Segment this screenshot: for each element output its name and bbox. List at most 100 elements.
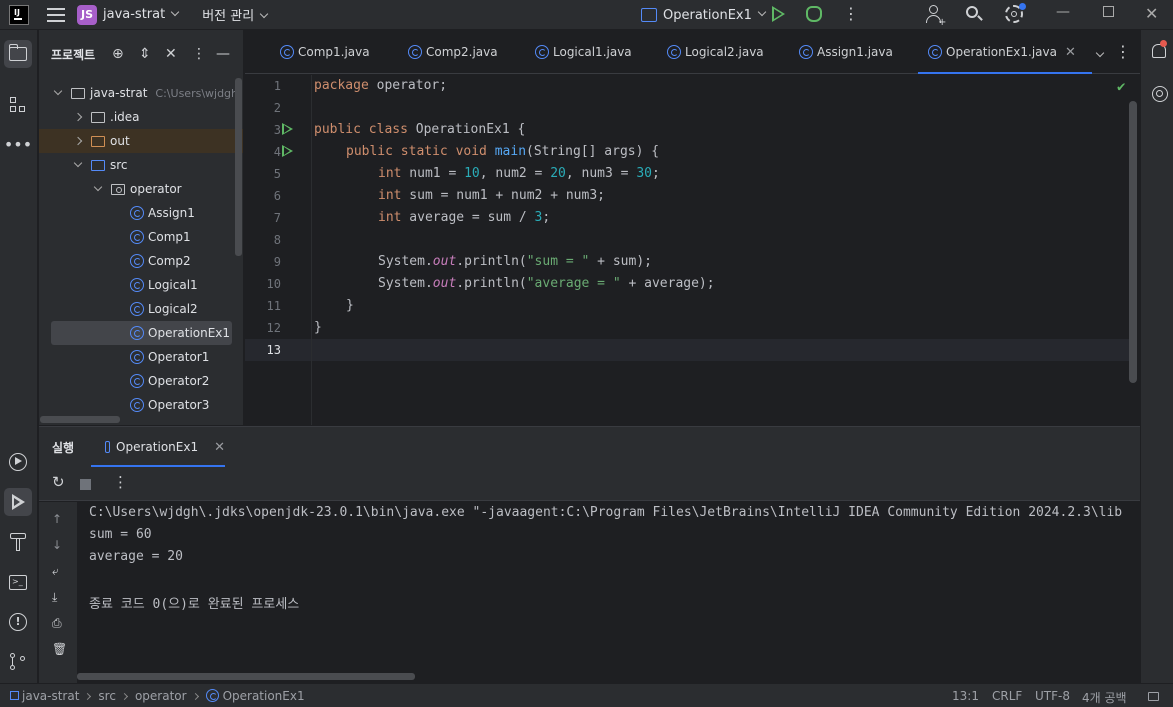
- tab-options-icon[interactable]: ⋮: [1115, 44, 1131, 60]
- tree-item-class[interactable]: Operator2: [39, 369, 243, 393]
- close-window-button[interactable]: ✕: [1145, 4, 1158, 23]
- scroll-up-icon[interactable]: ↑: [52, 512, 62, 526]
- tab-logical1[interactable]: Logical1.java: [535, 30, 632, 74]
- tab-comp1[interactable]: Comp1.java: [280, 30, 370, 74]
- project-tool-button[interactable]: [4, 40, 32, 68]
- line-number: 1: [273, 79, 281, 93]
- scroll-to-end-icon[interactable]: ⤓: [52, 590, 57, 605]
- ai-assistant-icon[interactable]: [1152, 86, 1168, 102]
- cursor-position[interactable]: 13:1: [952, 689, 979, 703]
- tab-logical2[interactable]: Logical2.java: [667, 30, 764, 74]
- run-options-icon[interactable]: ⋮: [113, 475, 128, 490]
- tree-item-class[interactable]: Comp2: [39, 249, 243, 273]
- no-problems-check-icon[interactable]: ✔: [1117, 79, 1125, 95]
- run-button[interactable]: [772, 6, 785, 22]
- java-class-icon: [205, 689, 219, 702]
- tab-operationex1[interactable]: OperationEx1.java ✕: [918, 30, 1092, 74]
- tree-item-module[interactable]: java-strat C:\Users\wjdgh: [39, 81, 243, 105]
- problems-tool-button[interactable]: !: [4, 608, 32, 636]
- notifications-bell-icon[interactable]: [1152, 40, 1167, 58]
- run-class-gutter-icon[interactable]: [282, 123, 293, 135]
- hide-panel-icon[interactable]: —: [216, 47, 230, 61]
- project-switcher[interactable]: java-strat: [103, 7, 180, 22]
- tab-label: Comp2.java: [426, 45, 498, 59]
- chevron-down-icon: [73, 158, 83, 168]
- add-user-icon[interactable]: +: [926, 5, 946, 28]
- run-panel-header: 실행 OperationEx1 ✕: [39, 427, 1140, 467]
- editor-scrollbar[interactable]: [1129, 101, 1137, 383]
- tree-item-operator[interactable]: operator: [39, 177, 243, 201]
- breadcrumb-item[interactable]: operator: [135, 689, 187, 703]
- tree-item-class-selected[interactable]: OperationEx1: [51, 321, 232, 345]
- settings-gear-icon[interactable]: [1005, 3, 1026, 23]
- vcs-menu[interactable]: 버전 관리: [202, 5, 269, 24]
- run-tool-button[interactable]: [4, 488, 32, 516]
- project-badge[interactable]: JS: [77, 4, 97, 25]
- options-icon[interactable]: ⋮: [192, 47, 206, 61]
- code-line-11: }: [346, 298, 354, 313]
- search-icon[interactable]: [966, 6, 983, 22]
- expand-all-icon[interactable]: ⇕: [139, 47, 151, 61]
- tree-item-src[interactable]: src: [39, 153, 243, 177]
- rerun-icon[interactable]: ↻: [52, 475, 65, 490]
- terminal-tool-button[interactable]: >_: [4, 568, 32, 596]
- console-scrollbar-h[interactable]: [77, 673, 415, 680]
- structure-tool-button[interactable]: [4, 91, 32, 119]
- tree-item-label: Assign1: [148, 206, 195, 220]
- breadcrumb-item[interactable]: src: [98, 689, 116, 703]
- close-run-tab-icon[interactable]: ✕: [214, 440, 225, 455]
- more-tools-icon[interactable]: •••: [4, 130, 32, 158]
- intellij-logo-icon[interactable]: IJ: [9, 4, 29, 25]
- breadcrumb-item[interactable]: OperationEx1: [223, 689, 305, 703]
- more-actions-icon[interactable]: ⋮: [843, 6, 859, 22]
- tree-item-class[interactable]: Comp1: [39, 225, 243, 249]
- tree-item-label: Operator3: [148, 398, 210, 412]
- tree-item-out[interactable]: out: [39, 129, 243, 153]
- locate-file-icon[interactable]: ⊕: [112, 47, 124, 61]
- print-icon[interactable]: ⎙: [52, 616, 62, 631]
- project-panel-scrollbar-h[interactable]: [40, 416, 120, 423]
- main-menu-icon[interactable]: [47, 7, 65, 22]
- tab-comp2[interactable]: Comp2.java: [408, 30, 498, 74]
- tree-item-class[interactable]: Assign1: [39, 201, 243, 225]
- maximize-button[interactable]: [1103, 6, 1114, 17]
- scroll-down-icon[interactable]: ↓: [52, 538, 62, 552]
- breadcrumb-item[interactable]: java-strat: [22, 689, 79, 703]
- minimize-button[interactable]: —: [1056, 4, 1070, 20]
- run-tab-operationex1[interactable]: OperationEx1 ✕: [91, 427, 225, 467]
- indent-setting[interactable]: 4개 공백: [1082, 689, 1127, 706]
- collapse-all-icon[interactable]: ✕: [165, 47, 177, 61]
- project-panel-scrollbar-v[interactable]: [235, 78, 242, 256]
- file-encoding[interactable]: UTF-8: [1035, 689, 1070, 703]
- stop-icon[interactable]: [80, 479, 91, 490]
- debug-button[interactable]: [806, 6, 822, 22]
- hammer-icon: [10, 533, 26, 551]
- line-separator[interactable]: CRLF: [992, 689, 1022, 703]
- tree-item-class[interactable]: Logical1: [39, 273, 243, 297]
- soft-wrap-icon[interactable]: ⤶: [52, 564, 59, 579]
- code-line-12: }: [314, 320, 322, 335]
- tree-item-class[interactable]: Operator3: [39, 393, 243, 417]
- git-tool-button[interactable]: [4, 648, 32, 676]
- build-tool-button[interactable]: [4, 528, 32, 556]
- tree-item-path: C:\Users\wjdgh: [155, 86, 239, 100]
- line-number: 3: [273, 123, 281, 137]
- code-editor[interactable]: ✔ 1 2 3 4 5 6 7 8 9 10 11 12 13 package …: [245, 75, 1140, 425]
- tab-assign1[interactable]: Assign1.java: [799, 30, 893, 74]
- close-tab-icon[interactable]: ✕: [1065, 45, 1076, 60]
- code-line-10: System.out.println("average = " + averag…: [378, 276, 715, 291]
- run-main-gutter-icon[interactable]: [282, 145, 293, 157]
- line-number: 9: [273, 255, 281, 269]
- run-config-selector[interactable]: OperationEx1: [641, 6, 767, 24]
- clear-console-trash-icon[interactable]: 🗑: [52, 642, 67, 656]
- tree-item-idea[interactable]: .idea: [39, 105, 243, 129]
- lock-icon[interactable]: [1148, 690, 1159, 704]
- line-number: 7: [273, 211, 281, 225]
- java-class-icon: [130, 278, 144, 292]
- run-config-icon: [641, 8, 657, 22]
- services-tool-button[interactable]: [4, 448, 32, 476]
- tree-item-class[interactable]: Operator1: [39, 345, 243, 369]
- project-panel-title[interactable]: 프로젝트: [51, 46, 109, 63]
- tree-item-class[interactable]: Logical2: [39, 297, 243, 321]
- tab-list-chevron-icon[interactable]: [1095, 48, 1105, 58]
